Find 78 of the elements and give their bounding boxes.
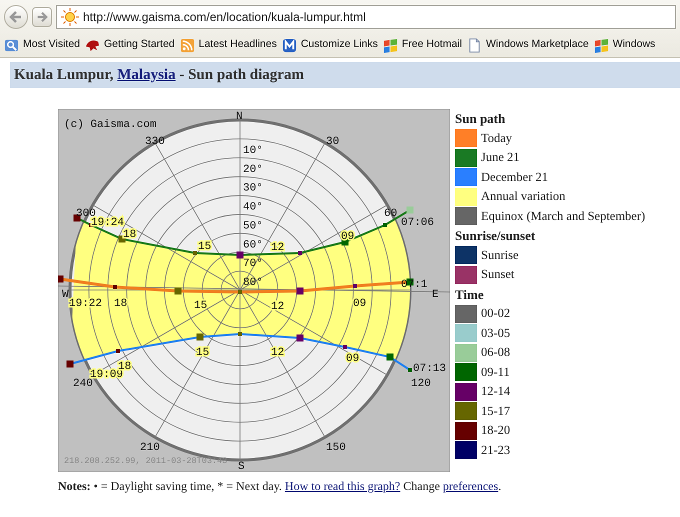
azimuth-label: 150	[326, 442, 346, 454]
legend-label: June 21	[481, 149, 520, 166]
legend-label: 06-08	[481, 344, 510, 362]
legend-label: 18-20	[481, 422, 510, 440]
altitude-label: 10°	[243, 144, 263, 157]
bookmark-link[interactable]: Windows Marketplace	[466, 37, 589, 53]
country-link[interactable]: Malaysia	[117, 66, 176, 83]
hour-label: 18	[123, 229, 136, 241]
altitude-label: 70°	[243, 258, 263, 270]
legend-label: 15-17	[481, 402, 510, 420]
notes-text: Notes: • = Daylight saving time, * = Next day. How to read this graph? Change preferences.	[58, 479, 502, 493]
help-link[interactable]: How to read this graph?	[284, 479, 400, 493]
legend-label: 09-11	[481, 364, 510, 381]
legend-label: Sunset	[481, 266, 514, 284]
hour-label: 12	[271, 242, 284, 254]
bookmark-link[interactable]: Customize Links	[282, 37, 378, 53]
hour-label: 09	[353, 298, 366, 310]
windows-flag-icon	[594, 38, 609, 52]
hour-label: 09	[346, 353, 360, 365]
back-button[interactable]	[4, 4, 28, 28]
hour-label: 12	[271, 301, 284, 313]
compass-label: S	[238, 461, 245, 472]
azimuth-label: 330	[145, 136, 165, 148]
bookmark-link[interactable]: Getting Started	[85, 37, 175, 53]
back-arrow-icon	[9, 10, 23, 24]
feed-icon	[180, 38, 195, 52]
azimuth-label: 240	[73, 378, 93, 390]
altitude-label: 60°	[243, 239, 263, 252]
compass-label: E	[432, 289, 439, 301]
sun-icon	[61, 8, 79, 26]
altitude-label: 50°	[243, 220, 263, 232]
compass-label: W	[62, 289, 69, 301]
hour-label: 18	[114, 298, 128, 310]
sunrise-time-label: 07:06	[401, 217, 434, 229]
letter-m-icon	[282, 38, 297, 52]
forward-arrow-icon	[36, 11, 48, 24]
hour-label: 15	[198, 241, 212, 253]
legend-heading: Sunrise/sunset	[455, 227, 536, 245]
compass-label: N	[236, 111, 243, 123]
azimuth-label: 60	[384, 208, 398, 220]
altitude-label: 40°	[243, 202, 263, 214]
altitude-label: 30°	[243, 182, 263, 195]
altitude-label: 20°	[243, 164, 263, 176]
legend-label: 03-05	[481, 324, 510, 342]
azimuth-label: 210	[140, 442, 160, 454]
legend-label: 00-02	[481, 305, 510, 322]
address-bar[interactable]: http://www.gaisma.com/en/location/kuala-lumpur.html	[56, 4, 676, 28]
legend-label: 12-14	[481, 383, 510, 400]
preferences-link[interactable]: preferences	[442, 479, 498, 493]
legend-heading: Time	[455, 286, 485, 304]
copyright-text: (c) Gaisma.com	[64, 119, 156, 131]
legend-label: December 21	[481, 168, 548, 186]
bookmark-link[interactable]: Most Visited	[4, 37, 80, 53]
page-heading: Kuala Lumpur, Malaysia - Sun path diagram	[14, 66, 304, 85]
windows-flag-icon	[382, 38, 398, 52]
azimuth-label: 30	[326, 136, 340, 148]
hour-label: 15	[196, 347, 210, 359]
bookmark-link[interactable]: Latest Headlines	[180, 37, 277, 53]
azimuth-label: 120	[411, 378, 431, 390]
forward-button[interactable]	[32, 6, 52, 26]
page-icon	[466, 38, 482, 52]
magnifier-icon	[4, 38, 19, 52]
bookmark-link[interactable]: Windows	[594, 37, 656, 53]
legend-label: 21-23	[481, 442, 510, 459]
hour-label: 12	[271, 347, 284, 359]
sunrise-time-label: 07:13	[413, 363, 446, 375]
sunrise-time-label: 07:1	[401, 279, 428, 291]
legend-heading: Sun path	[455, 110, 506, 128]
sunset-time-label: 19:24	[91, 217, 124, 229]
animal-head-icon	[85, 38, 100, 52]
legend-label: Annual variation	[481, 188, 566, 206]
legend-label: Today	[481, 130, 512, 147]
hour-label: 15	[194, 300, 208, 312]
url-text: http://www.gaisma.com/en/location/kuala-lumpur.html	[83, 8, 366, 26]
legend-label: Equinox (March and September)	[481, 208, 646, 225]
legend-label: Sunrise	[481, 246, 518, 264]
timestamp-text: 218.208.252.99, 2011-03-28T03:43	[64, 456, 228, 466]
bookmark-link[interactable]: Free Hotmail	[382, 37, 462, 53]
